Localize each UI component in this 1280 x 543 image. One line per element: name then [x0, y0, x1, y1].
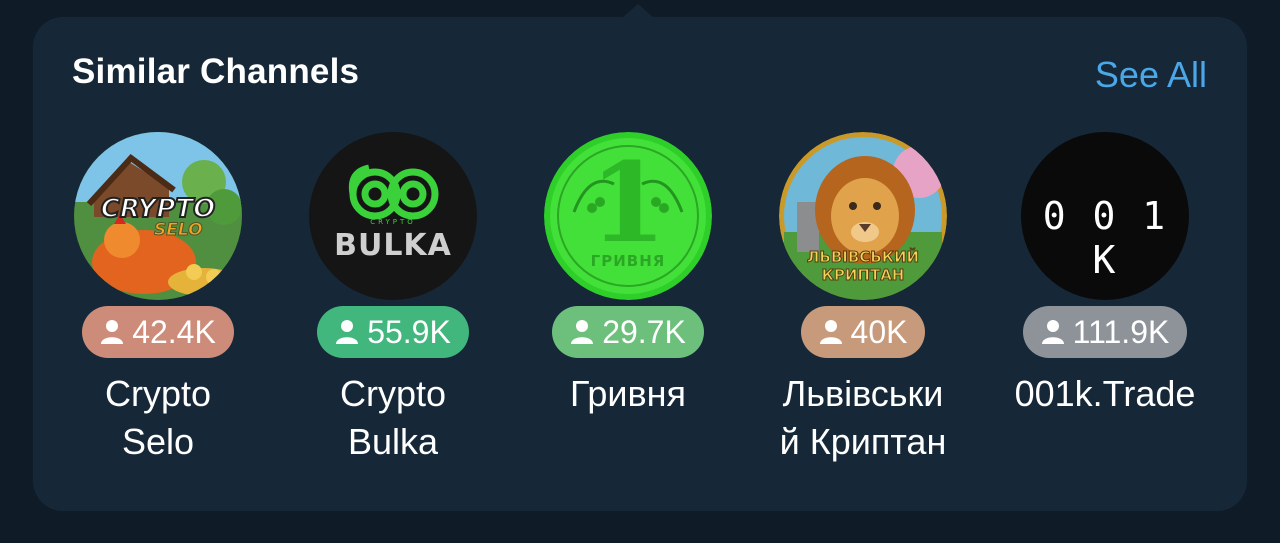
subscriber-badge: 55.9K — [317, 306, 469, 358]
channel-name-line2: Selo — [121, 421, 195, 462]
channel-name-line1: Гривня — [569, 373, 687, 414]
person-icon — [336, 320, 359, 344]
avatar-text-selo: SELO — [154, 220, 204, 241]
subscriber-badge: 29.7K — [552, 306, 704, 358]
subscriber-badge: 42.4K — [82, 306, 234, 358]
screen: Similar Channels See All CRYPTO SELO 42.… — [0, 0, 1280, 543]
channel-name: 001k.Trade — [995, 370, 1215, 418]
subscriber-count: 42.4K — [132, 313, 216, 350]
channel-name-line1: 001k.Trade — [1014, 373, 1196, 414]
hryvnia-coin-avatar: 1 ГРИВНЯ — [544, 132, 712, 300]
channel-name: Crypto Selo — [48, 370, 268, 466]
channels-list: CRYPTO SELO 42.4K Crypto Selo BULKA CRYP… — [40, 132, 1240, 492]
channel-name-line1: Crypto — [104, 373, 212, 414]
channel-item-crypto-bulka[interactable]: BULKA CRYPTO 55.9K Crypto Bulka — [275, 132, 511, 466]
001k-avatar: 0 0 1 K — [1021, 132, 1189, 300]
lion-avatar: ЛЬВІВСЬКИЙ КРИПТАН — [779, 132, 947, 300]
subscriber-count: 29.7K — [602, 313, 686, 350]
channel-name: Crypto Bulka — [283, 370, 503, 466]
subscriber-badge: 40K — [800, 306, 926, 358]
avatar-text-bulka: BULKA — [334, 228, 452, 263]
channel-name-line1: Львівськи — [782, 373, 944, 414]
channel-name-line1: Crypto — [339, 373, 447, 414]
rooster-avatar: CRYPTO SELO — [74, 132, 242, 300]
channel-item-hryvnia[interactable]: 1 ГРИВНЯ 29.7K Гривня — [510, 132, 746, 418]
subscriber-count: 55.9K — [367, 313, 451, 350]
subscriber-count: 111.9K — [1072, 313, 1170, 350]
channel-name: Львівськи й Криптан — [753, 370, 973, 466]
person-icon — [1041, 320, 1064, 344]
avatar-text-crypto-small: CRYPTO — [370, 218, 416, 226]
bulka-logo-avatar: BULKA CRYPTO — [309, 132, 477, 300]
channel-item-lviv-kryptan[interactable]: ЛЬВІВСЬКИЙ КРИПТАН 40K Львівськи й Крипт… — [745, 132, 981, 466]
avatar-text-lviv: ЛЬВІВСЬКИЙ — [806, 248, 920, 267]
subscriber-badge: 111.9K — [1022, 306, 1188, 358]
channel-name-line2: й Криптан — [779, 421, 947, 462]
person-icon — [819, 320, 842, 344]
subscriber-count: 40K — [850, 313, 908, 350]
popover-pointer — [622, 4, 654, 18]
avatar-text-kryptan: КРИПТАН — [821, 266, 905, 285]
channel-item-crypto-selo[interactable]: CRYPTO SELO 42.4K Crypto Selo — [40, 132, 276, 466]
avatar-text-001k: 0 0 1 K — [1042, 194, 1168, 282]
channel-name: Гривня — [518, 370, 738, 418]
avatar-text-hryvnia: ГРИВНЯ — [590, 252, 666, 270]
channel-name-line2: Bulka — [347, 421, 439, 462]
person-icon — [571, 320, 594, 344]
section-title: Similar Channels — [72, 52, 360, 91]
channel-item-001k-trade[interactable]: 0 0 1 K 111.9K 001k.Trade — [987, 132, 1223, 418]
person-icon — [101, 320, 124, 344]
see-all-button[interactable]: See All — [1095, 54, 1207, 96]
avatar-numeral: 1 — [589, 138, 667, 267]
